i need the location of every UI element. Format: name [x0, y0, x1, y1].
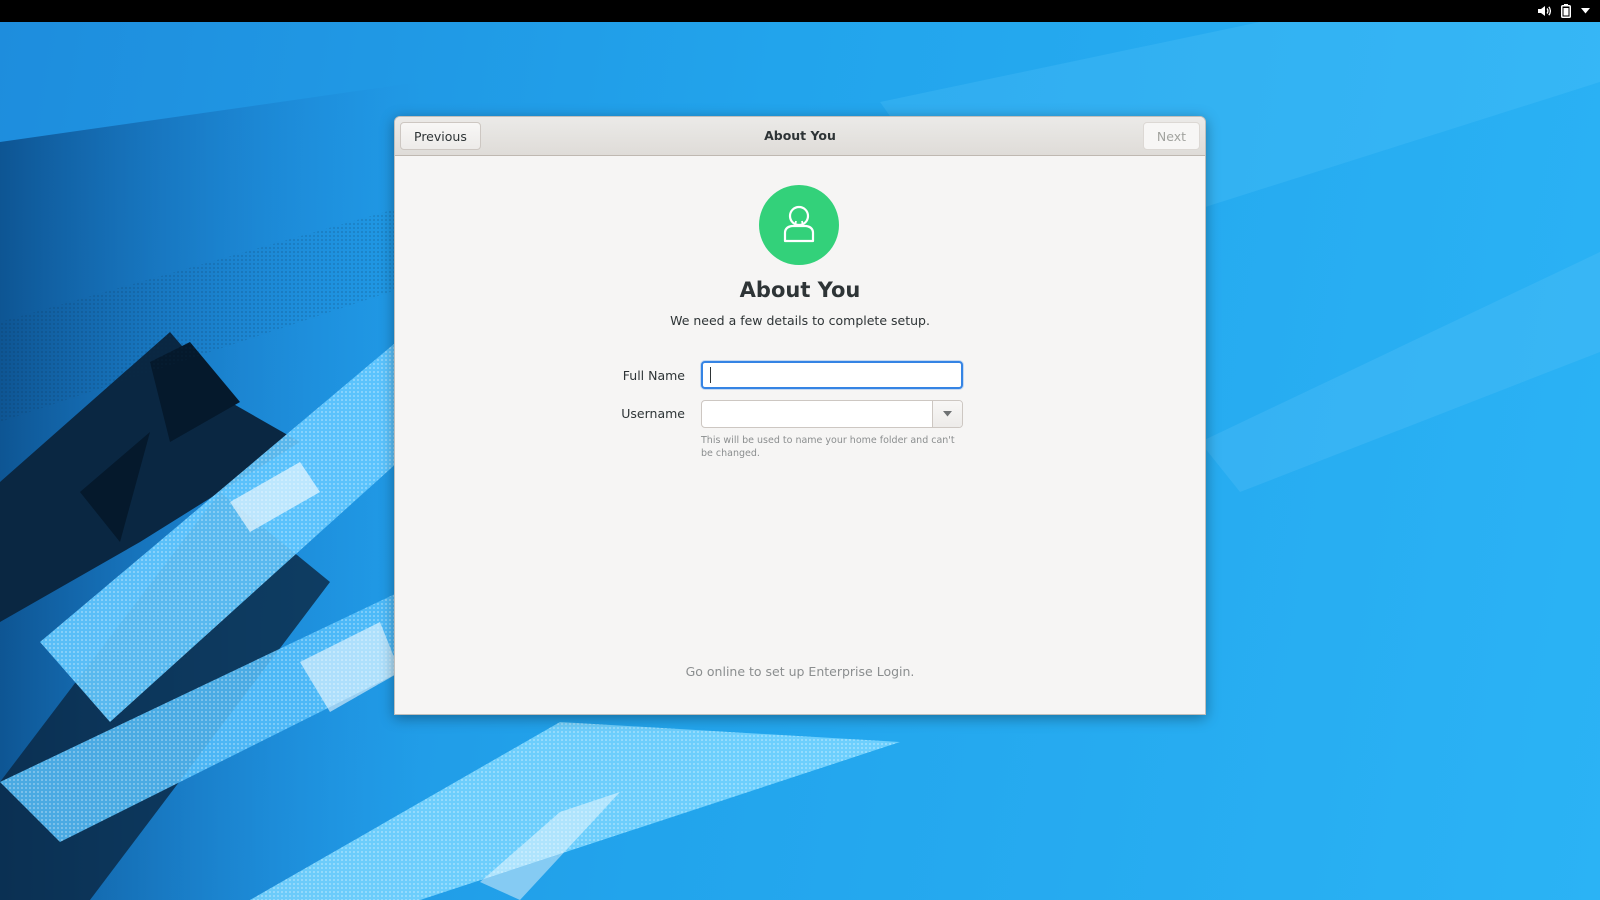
window-title: About You	[764, 128, 836, 143]
enterprise-login-note: Go online to set up Enterprise Login.	[685, 664, 915, 679]
username-hint: This will be used to name your home fold…	[701, 435, 955, 459]
full-name-label: Full Name	[622, 368, 685, 383]
setup-window: Previous About You Next About You We nee…	[394, 116, 1206, 715]
full-name-input[interactable]	[701, 361, 963, 389]
text-cursor	[710, 367, 711, 383]
battery-icon[interactable]	[1561, 0, 1571, 22]
username-combobox[interactable]	[701, 400, 963, 428]
user-avatar-icon	[759, 185, 839, 265]
next-button[interactable]: Next	[1142, 122, 1200, 150]
chevron-down-icon	[943, 411, 952, 417]
volume-icon[interactable]	[1537, 0, 1551, 22]
username-input[interactable]	[702, 401, 934, 427]
header-bar: Previous About You Next	[395, 117, 1205, 156]
top-bar	[0, 0, 1600, 22]
chevron-down-icon[interactable]	[1581, 0, 1590, 22]
page-subtitle: We need a few details to complete setup.	[670, 313, 930, 328]
system-tray[interactable]	[1537, 0, 1590, 22]
username-dropdown-button[interactable]	[932, 401, 962, 427]
page-heading: About You	[739, 278, 861, 302]
about-you-page: About You We need a few details to compl…	[395, 156, 1205, 714]
username-label: Username	[621, 406, 685, 421]
